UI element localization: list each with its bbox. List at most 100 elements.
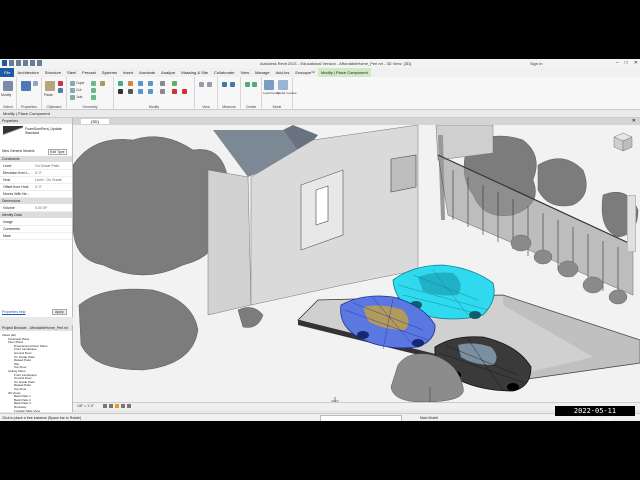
mirror-icon[interactable]: [138, 81, 143, 86]
property-value[interactable]: Level : On Grade: [35, 178, 62, 182]
cope-icon[interactable]: [70, 81, 75, 86]
close-view-icon[interactable]: ✕: [632, 118, 636, 124]
delete-icon[interactable]: [172, 89, 177, 94]
sun-path-icon[interactable]: [115, 404, 119, 408]
property-row[interactable]: Image: [0, 219, 72, 226]
edit-type-button[interactable]: Edit Type: [48, 149, 67, 155]
instance-selector[interactable]: New Generic Models: [2, 149, 34, 153]
3d-viewport[interactable]: [72, 124, 640, 405]
hide-icon[interactable]: [199, 82, 204, 87]
demolish-icon[interactable]: [91, 88, 96, 93]
redo-icon[interactable]: [30, 60, 35, 66]
navigation-bar[interactable]: [627, 195, 636, 252]
properties-icon[interactable]: [21, 81, 31, 91]
view-scale[interactable]: 1/8" = 1'-0": [77, 404, 94, 408]
property-row[interactable]: Level On Grade Patio: [0, 163, 72, 170]
crop-view-icon[interactable]: [127, 404, 131, 408]
pin-icon[interactable]: [172, 81, 177, 86]
property-row[interactable]: Offset from Host 0' 0": [0, 184, 72, 191]
property-value[interactable]: On Grade Patio: [35, 164, 59, 168]
tab-enscape-[interactable]: Enscape™: [292, 70, 318, 75]
tab-massing-site[interactable]: Massing & Site: [178, 70, 211, 75]
tab-file[interactable]: File: [0, 68, 15, 77]
model-canvas[interactable]: [72, 124, 640, 405]
workset-field[interactable]: [320, 415, 402, 421]
tab-structure[interactable]: Structure: [42, 70, 64, 75]
property-value[interactable]: 0' 0": [35, 171, 42, 175]
paste-icon[interactable]: [45, 81, 55, 91]
create-group-icon[interactable]: [252, 82, 257, 87]
tab-collaborate[interactable]: Collaborate: [211, 70, 237, 75]
cut-icon[interactable]: [58, 81, 63, 86]
properties-section[interactable]: Identity Data: [0, 212, 72, 218]
tab-insert[interactable]: Insert: [120, 70, 136, 75]
print-icon[interactable]: [37, 60, 42, 66]
wall-joins-icon[interactable]: [91, 81, 96, 86]
measure-icon[interactable]: [222, 82, 227, 87]
split-icon[interactable]: [148, 89, 153, 94]
tab-architecture[interactable]: Architecture: [14, 70, 41, 75]
undo-icon[interactable]: [23, 60, 28, 66]
maximize-icon[interactable]: □: [625, 60, 628, 66]
design-option-selector[interactable]: Main Model: [420, 416, 438, 420]
property-row[interactable]: Elevation from L... 0' 0": [0, 170, 72, 177]
unpin-icon[interactable]: [182, 89, 187, 94]
sign-in-link[interactable]: Sign In: [530, 61, 542, 66]
create-assembly-icon[interactable]: [245, 82, 250, 87]
property-row[interactable]: Volume 0.00 SF: [0, 205, 72, 212]
type-properties-icon[interactable]: [33, 81, 38, 86]
tab-annotate[interactable]: Annotate: [136, 70, 158, 75]
dimension-icon[interactable]: [230, 82, 235, 87]
property-row[interactable]: Comments: [0, 226, 72, 233]
detail-level-icon[interactable]: [103, 404, 107, 408]
move-icon[interactable]: [118, 89, 123, 94]
tab-add-ins[interactable]: Add-Ins: [273, 70, 293, 75]
rotate-icon[interactable]: [128, 89, 133, 94]
view-control-icons[interactable]: [103, 404, 131, 408]
apply-button[interactable]: Apply: [52, 309, 67, 315]
paint-icon[interactable]: [100, 81, 105, 86]
save-icon[interactable]: [16, 60, 21, 66]
tab-precast[interactable]: Precast: [79, 70, 99, 75]
property-value[interactable]: 0.00 SF: [35, 206, 47, 210]
tab-manage[interactable]: Manage: [252, 70, 272, 75]
model-in-place-icon[interactable]: [278, 80, 288, 90]
property-row[interactable]: Moves With Ne...: [0, 191, 72, 198]
properties-section[interactable]: Dimensions: [0, 198, 72, 204]
tab-modify-place-component[interactable]: Modify | Place Component: [317, 68, 371, 77]
viewcube[interactable]: [612, 131, 634, 153]
visual-style-icon[interactable]: [109, 404, 113, 408]
group-label-modify: Modify: [148, 105, 160, 109]
offset-icon[interactable]: [128, 81, 133, 86]
revit-logo-icon[interactable]: [2, 60, 7, 66]
property-row[interactable]: Mark: [0, 233, 72, 240]
modify-icon[interactable]: [3, 81, 13, 91]
quick-access-toolbar[interactable]: [2, 60, 42, 66]
open-icon[interactable]: [9, 60, 14, 66]
properties-help-link[interactable]: Properties help: [2, 310, 26, 314]
trim-icon[interactable]: [148, 81, 153, 86]
load-family-icon[interactable]: [264, 80, 274, 90]
align-icon[interactable]: [118, 81, 123, 86]
array-icon[interactable]: [160, 81, 165, 86]
copy-element-icon[interactable]: [138, 89, 143, 94]
scale-icon[interactable]: [160, 89, 165, 94]
browser-item[interactable]: Football Table View: [14, 409, 40, 413]
override-icon[interactable]: [207, 82, 212, 87]
tab-analyze[interactable]: Analyze: [158, 70, 178, 75]
view-tab-3d[interactable]: {3D}: [81, 119, 109, 124]
tab-view[interactable]: View: [237, 70, 252, 75]
property-value[interactable]: 0' 0": [35, 185, 42, 189]
tab-steel[interactable]: Steel: [64, 70, 79, 75]
properties-section[interactable]: Constraints: [0, 156, 72, 162]
minimize-icon[interactable]: –: [616, 60, 619, 66]
close-icon[interactable]: ✕: [634, 60, 638, 66]
join-icon[interactable]: [70, 95, 75, 100]
cut-geometry-icon[interactable]: [70, 88, 75, 93]
copy-icon[interactable]: [58, 88, 63, 93]
split-face-icon[interactable]: [91, 95, 96, 100]
shadows-icon[interactable]: [121, 404, 125, 408]
tab-systems[interactable]: Systems: [99, 70, 120, 75]
type-name[interactable]: FoamSomRent_Update Standard: [25, 127, 70, 135]
property-row[interactable]: Host Level : On Grade: [0, 177, 72, 184]
